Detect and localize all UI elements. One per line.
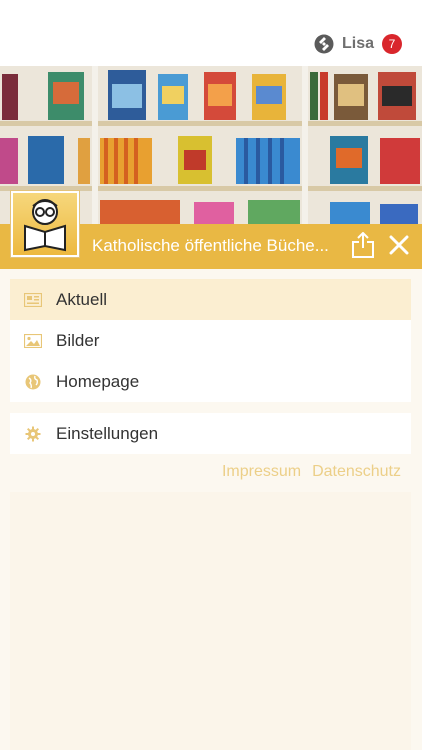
notification-badge[interactable]: 7	[382, 34, 402, 54]
reading-man-icon	[24, 199, 66, 252]
app-logo-icon	[314, 34, 334, 54]
menu-item-label: Einstellungen	[56, 423, 159, 443]
content-area	[10, 492, 411, 750]
menu-item-label: Aktuell	[56, 289, 108, 309]
gear-icon	[24, 425, 42, 443]
newspaper-icon	[24, 291, 42, 309]
page-title: Katholische öffentliche Büche...	[92, 236, 329, 255]
menu-item-einstellungen[interactable]: Einstellungen	[10, 413, 411, 454]
main-menu: Aktuell Bilder Homepage	[10, 279, 411, 402]
datenschutz-link[interactable]: Datenschutz	[312, 463, 401, 481]
close-icon[interactable]	[388, 234, 410, 256]
menu-item-label: Homepage	[56, 371, 140, 391]
share-icon[interactable]	[351, 232, 375, 258]
impressum-link[interactable]: Impressum	[222, 463, 301, 481]
library-avatar	[10, 190, 80, 258]
menu-item-homepage[interactable]: Homepage	[10, 361, 411, 402]
globe-icon	[24, 373, 42, 391]
settings-menu: Einstellungen	[10, 413, 411, 454]
footer-links: Impressum Datenschutz	[222, 463, 401, 481]
menu-item-bilder[interactable]: Bilder	[10, 320, 411, 361]
top-bar: Lisa 7	[0, 0, 422, 66]
user-menu[interactable]: Lisa 7	[314, 32, 402, 56]
menu-item-aktuell[interactable]: Aktuell	[10, 279, 411, 320]
image-icon	[24, 332, 42, 350]
user-name: Lisa	[341, 35, 374, 52]
menu-item-label: Bilder	[56, 330, 100, 350]
